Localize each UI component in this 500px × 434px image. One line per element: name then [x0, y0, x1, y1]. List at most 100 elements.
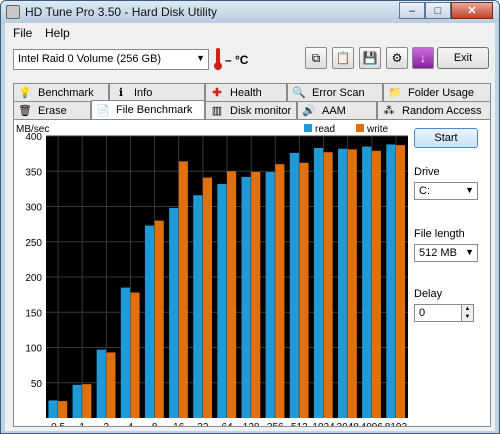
- exit-button[interactable]: Exit: [437, 47, 489, 69]
- write-bar: [130, 292, 140, 418]
- write-bar: [371, 150, 381, 418]
- download-button[interactable]: ↓: [412, 47, 434, 69]
- x-tick-label: 8: [152, 422, 158, 426]
- read-bar: [241, 176, 251, 418]
- toolbar: Intel Raid 0 Volume (256 GB) ▼ – °C ⧉ 📋 …: [5, 43, 495, 77]
- speaker-icon: 🔊: [302, 105, 316, 117]
- file-length-combo[interactable]: 512 MB ▼: [414, 244, 478, 262]
- x-tick-label: 1024: [312, 422, 335, 426]
- read-bar: [313, 147, 324, 419]
- drive-select-value: Intel Raid 0 Volume (256 GB): [18, 53, 162, 65]
- drive-combo-value: C:: [419, 185, 430, 197]
- minimize-button[interactable]: –: [399, 2, 425, 19]
- x-tick-label: 1: [79, 422, 85, 426]
- start-button[interactable]: Start: [414, 128, 478, 148]
- random-icon: ⁂: [383, 105, 395, 117]
- read-bar: [48, 400, 58, 418]
- x-tick-label: 16: [173, 422, 185, 426]
- tab-health[interactable]: ✚ Health: [205, 83, 287, 101]
- trash-icon: 🗑: [18, 105, 32, 117]
- maximize-button[interactable]: □: [425, 2, 451, 19]
- x-tick-label: 256: [267, 422, 284, 426]
- menu-file[interactable]: File: [13, 26, 32, 40]
- app-window: HD Tune Pro 3.50 - Hard Disk Utility – □…: [0, 0, 500, 434]
- tab-random-access[interactable]: ⁂ Random Access: [377, 101, 491, 119]
- health-cross-icon: ✚: [212, 87, 222, 99]
- write-bar: [251, 171, 261, 418]
- tab-info[interactable]: ℹ Info: [109, 83, 205, 101]
- clipboard-icon: 📋: [335, 51, 351, 65]
- tab-aam[interactable]: 🔊 AAM: [297, 101, 377, 119]
- close-button[interactable]: ✕: [451, 2, 493, 19]
- lightbulb-icon: 💡: [18, 87, 32, 99]
- tab-erase[interactable]: 🗑 Erase: [13, 101, 91, 119]
- magnifier-icon: 🔍: [292, 87, 306, 99]
- y-tick-label: 100: [25, 344, 42, 355]
- copy-info-button[interactable]: ⧉: [305, 47, 327, 69]
- title-bar[interactable]: HD Tune Pro 3.50 - Hard Disk Utility – □…: [1, 1, 499, 23]
- y-tick-label: 50: [31, 379, 43, 390]
- benchmark-chart: MB/sec501001502002503003504000.512481632…: [16, 124, 408, 426]
- read-bar: [120, 287, 130, 418]
- drive-label: Drive: [414, 166, 440, 178]
- copy-all-button[interactable]: 📋: [332, 47, 354, 69]
- legend-label-read: read: [315, 124, 335, 135]
- write-bar: [299, 162, 309, 418]
- write-bar: [347, 149, 357, 418]
- drive-select[interactable]: Intel Raid 0 Volume (256 GB) ▼: [13, 49, 209, 70]
- file-length-label: File length: [414, 228, 465, 240]
- client-area: File Help Intel Raid 0 Volume (256 GB) ▼…: [5, 23, 495, 431]
- write-bar: [275, 164, 285, 418]
- benchmark-controls: Start Drive C: ▼ File length 512 MB ▼ De…: [414, 120, 490, 420]
- read-bar: [386, 144, 396, 418]
- spin-up-icon[interactable]: ▲: [461, 305, 473, 313]
- write-bar: [58, 401, 68, 418]
- tab-disk-monitor[interactable]: ▥ Disk monitor: [205, 101, 297, 119]
- chevron-down-icon: ▼: [465, 247, 474, 257]
- read-bar: [72, 384, 82, 418]
- save-button[interactable]: 💾: [359, 47, 381, 69]
- chevron-down-icon: ▼: [465, 185, 474, 195]
- y-tick-label: 300: [25, 203, 42, 214]
- options-button[interactable]: ⚙: [386, 47, 408, 69]
- y-tick-label: 400: [25, 132, 42, 143]
- x-tick-label: 4096: [361, 422, 384, 426]
- write-bar: [178, 161, 188, 418]
- read-bar: [193, 195, 203, 418]
- x-tick-label: 2048: [337, 422, 360, 426]
- read-bar: [144, 225, 155, 418]
- delay-spinner[interactable]: 0 ▲ ▼: [414, 304, 474, 322]
- read-bar: [362, 146, 372, 418]
- y-tick-label: 200: [25, 273, 42, 284]
- tab-file-benchmark[interactable]: 📄 File Benchmark: [91, 100, 205, 119]
- write-bar: [202, 177, 213, 418]
- write-bar: [154, 220, 164, 418]
- file-length-value: 512 MB: [419, 247, 457, 259]
- x-tick-label: 512: [291, 422, 308, 426]
- x-tick-label: 64: [221, 422, 233, 426]
- save-icon: 💾: [362, 51, 378, 65]
- chevron-down-icon: ▼: [196, 53, 205, 63]
- tab-benchmark[interactable]: 💡 Benchmark: [13, 83, 109, 101]
- drive-combo[interactable]: C: ▼: [414, 182, 478, 200]
- tab-folder-usage[interactable]: 📁 Folder Usage: [383, 83, 491, 101]
- write-bar: [106, 352, 116, 418]
- info-icon: ℹ: [118, 87, 124, 99]
- x-tick-label: 32: [197, 422, 209, 426]
- tab-error-scan[interactable]: 🔍 Error Scan: [287, 83, 383, 101]
- x-tick-label: 8192: [385, 422, 408, 426]
- folder-icon: 📁: [388, 87, 402, 99]
- read-bar: [169, 207, 179, 418]
- thermometer-icon: [214, 48, 222, 70]
- spin-down-icon[interactable]: ▼: [461, 313, 473, 321]
- delay-label: Delay: [414, 288, 443, 300]
- file-icon: 📄: [96, 104, 110, 117]
- file-benchmark-panel: MB/sec501001502002503003504000.512481632…: [13, 119, 491, 427]
- monitor-icon: ▥: [211, 105, 223, 117]
- read-bar: [289, 152, 299, 419]
- app-icon: [6, 5, 20, 19]
- legend-swatch-write: [356, 124, 364, 132]
- y-tick-label: 350: [25, 167, 42, 178]
- y-tick-label: 250: [25, 238, 42, 249]
- menu-help[interactable]: Help: [45, 26, 70, 40]
